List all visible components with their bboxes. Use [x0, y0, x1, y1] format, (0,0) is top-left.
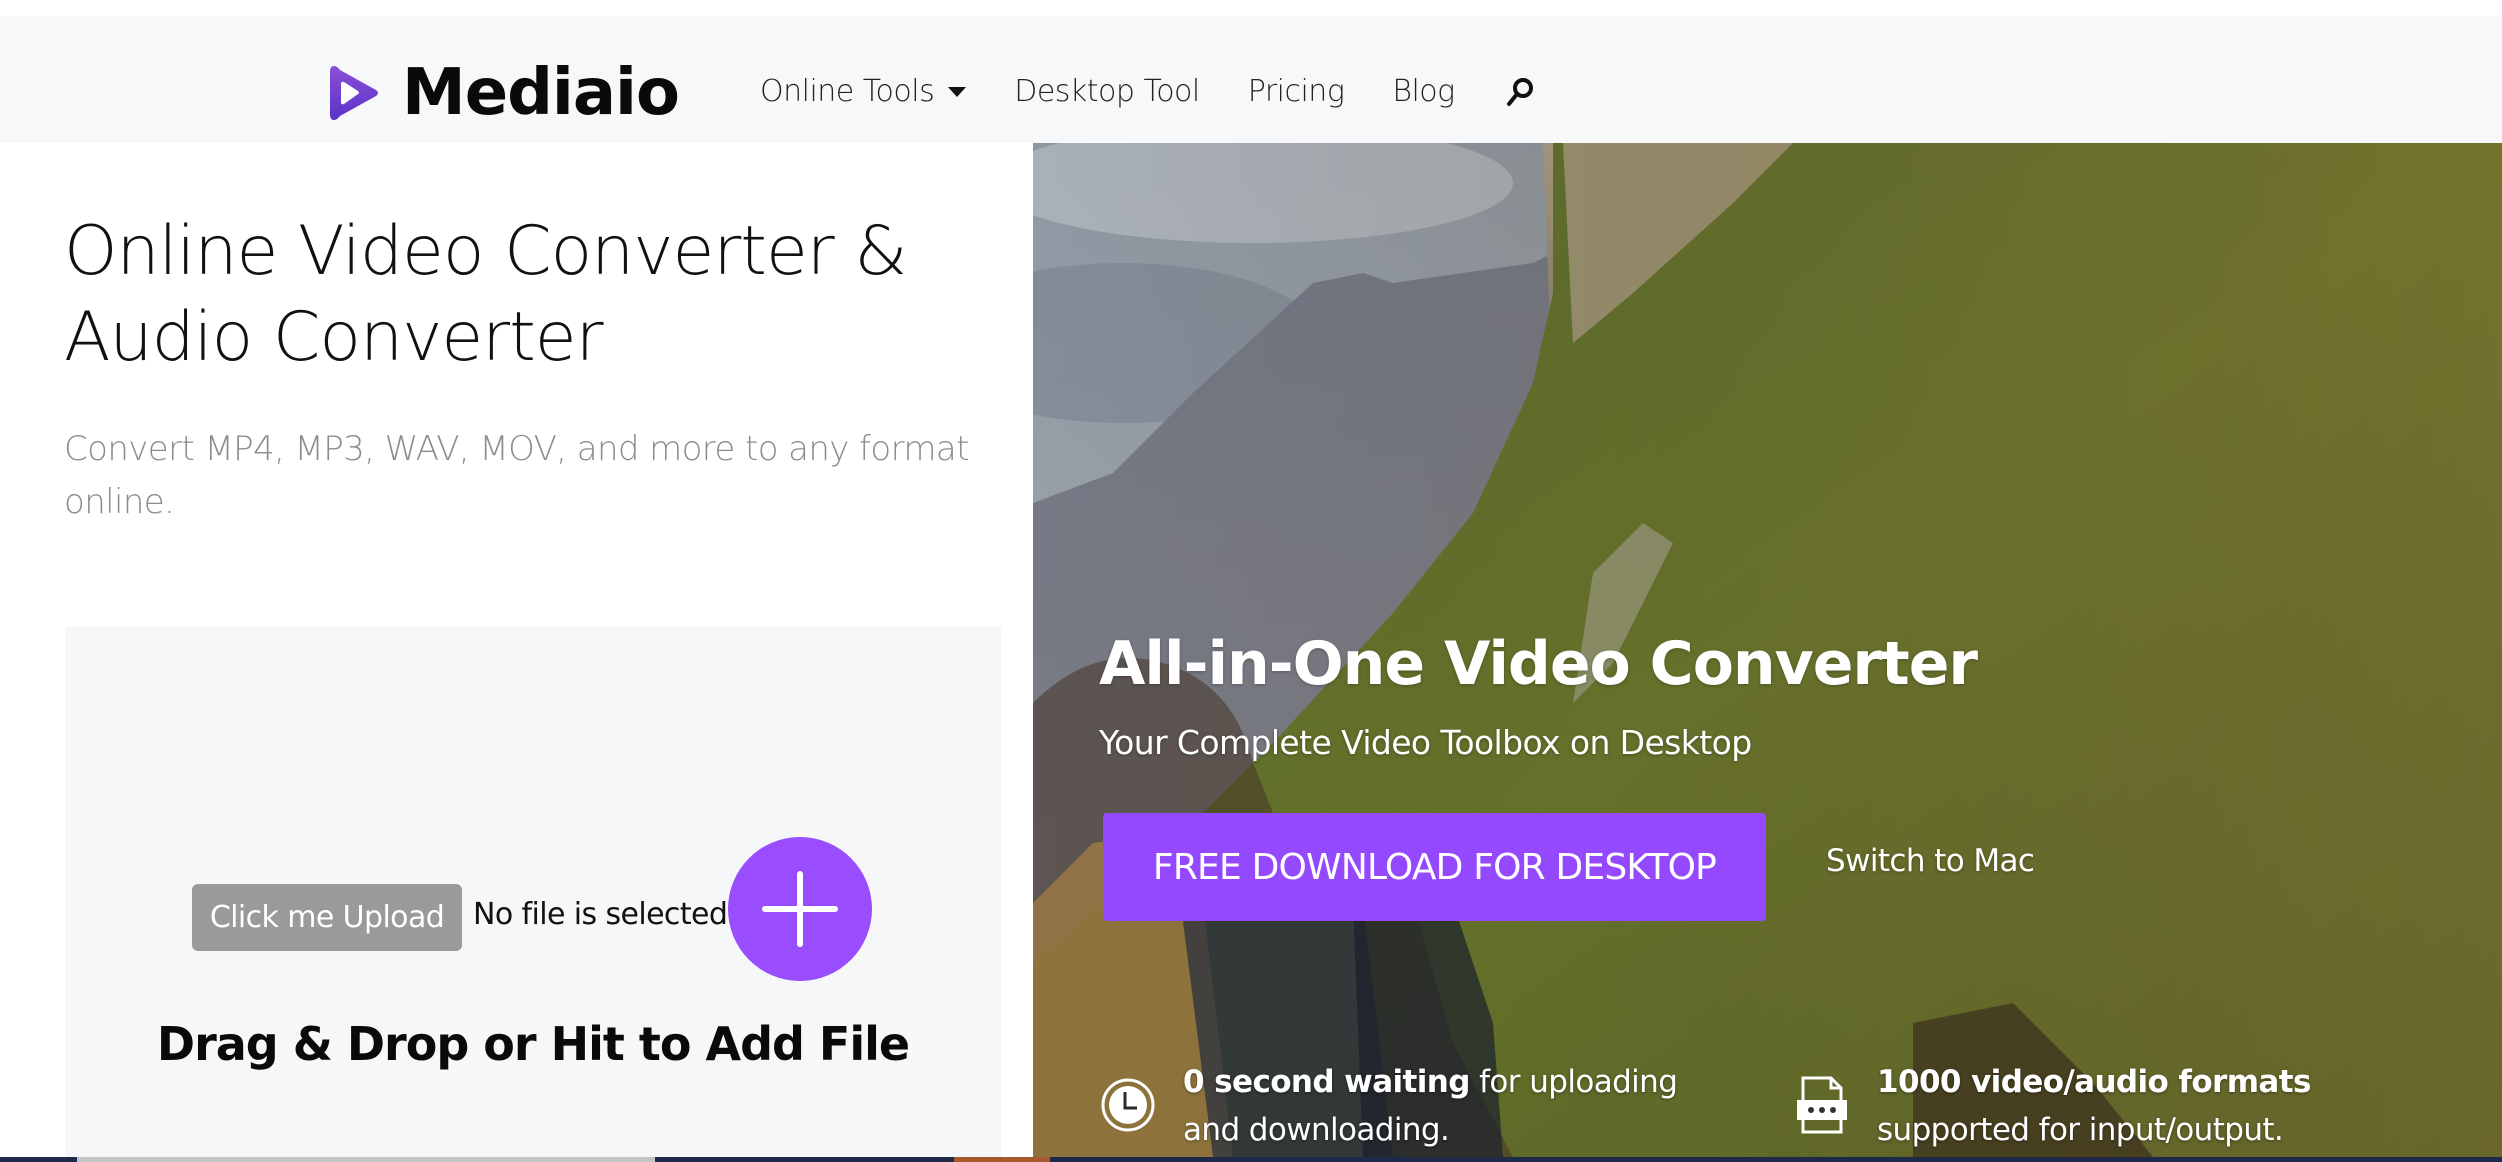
- bottom-bar-segment: [77, 1157, 655, 1162]
- feature-2-text: supported for input/output.: [1877, 1112, 2284, 1148]
- bottom-bar: [0, 1157, 2502, 1162]
- search-icon[interactable]: [1505, 76, 1535, 108]
- bottom-bar-segment: [954, 1157, 1050, 1162]
- page-subtitle: Convert MP4, MP3, WAV, MOV, and more to …: [64, 429, 969, 522]
- file-status: No file is selected: [473, 897, 728, 932]
- caret-down-icon: [948, 86, 967, 97]
- hero-subtitle: Your Complete Video Toolbox on Desktop: [1099, 723, 1752, 762]
- converter-panel: Online Video Converter & Audio Converter…: [0, 143, 1033, 1157]
- feature-formats: 1000 video/audio formats supported for in…: [1793, 1058, 2437, 1154]
- brand-name: Mediaio: [402, 56, 680, 130]
- nav-pricing[interactable]: Pricing: [1248, 74, 1345, 109]
- drop-label: Drag & Drop or Hit to Add File: [156, 1017, 910, 1071]
- add-file-button[interactable]: [728, 837, 872, 981]
- hero-title: All-in-One Video Converter: [1099, 629, 1978, 699]
- hero-content: All-in-One Video Converter Your Complete…: [1033, 143, 2502, 1157]
- nav-online-tools-label: Online Tools: [760, 74, 935, 109]
- nav-desktop-tool[interactable]: Desktop Tool: [1014, 74, 1200, 109]
- free-download-button[interactable]: FREE DOWNLOAD FOR DESKTOP: [1103, 813, 1766, 921]
- logo[interactable]: Mediaio: [328, 56, 680, 130]
- page-title: Online Video Converter & Audio Converter: [64, 212, 907, 377]
- nav-blog[interactable]: Blog: [1392, 74, 1455, 109]
- switch-to-mac-link[interactable]: Switch to Mac: [1826, 843, 2035, 879]
- nav-online-tools[interactable]: Online Tools: [760, 74, 967, 109]
- play-logo-icon: [330, 66, 378, 120]
- browser-top-strip: [0, 0, 2502, 16]
- upload-button[interactable]: Click me Upload: [192, 884, 462, 951]
- feature-no-waiting: 0 second waiting for uploading and downl…: [1099, 1058, 1743, 1154]
- nav-desktop-tool-label: Desktop Tool: [1014, 74, 1200, 109]
- main-nav: Online Tools Desktop Tool Pricing Blog: [760, 74, 1535, 109]
- navbar: Mediaio Online Tools Desktop Tool Pricin…: [0, 16, 2502, 143]
- file-format-icon: [1797, 1076, 1847, 1134]
- upload-dropzone[interactable]: Click me Upload No file is selected Drag…: [65, 627, 1001, 1157]
- nav-blog-label: Blog: [1392, 74, 1455, 109]
- feature-1-bold: 0 second waiting: [1183, 1064, 1470, 1100]
- hero-banner: All-in-One Video Converter Your Complete…: [1033, 143, 2502, 1157]
- feature-2-bold: 1000 video/audio formats: [1877, 1064, 2311, 1100]
- nav-pricing-label: Pricing: [1247, 74, 1345, 109]
- clock-icon: [1101, 1078, 1155, 1132]
